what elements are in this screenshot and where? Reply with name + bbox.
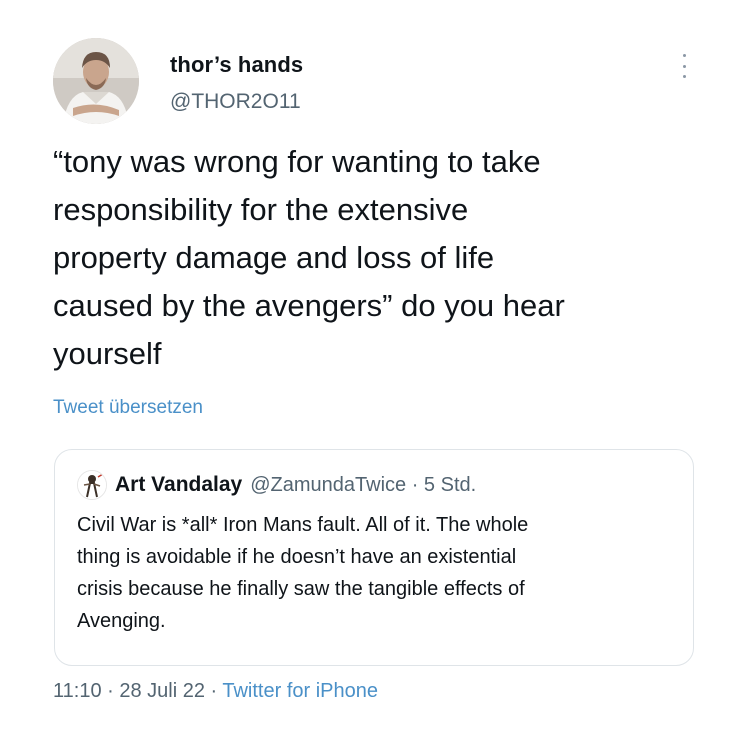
quoted-tweet[interactable]: Art Vandalay @ZamundaTwice · 5 Std. Civi… [54,449,694,666]
tweet-source-link[interactable]: Twitter for iPhone [222,680,378,702]
quoted-author-avatar[interactable] [77,470,107,500]
author-handle[interactable]: @THOR2O11 [170,90,301,114]
quoted-tweet-text: Civil War is *all* Iron Mans fault. All … [77,514,529,632]
tweet-text: “tony was wrong for wanting to take resp… [53,144,565,371]
tweet-card: thor’s hands @THOR2O11 “tony was wrong f… [0,0,748,744]
quoted-tweet-header: Art Vandalay @ZamundaTwice · 5 Std. [77,470,476,500]
dot [682,64,686,68]
author-display-name[interactable]: thor’s hands [170,52,303,78]
more-options-icon[interactable] [676,52,692,80]
quoted-author-meta: @ZamundaTwice · 5 Std. [250,473,477,496]
quoted-author-name[interactable]: Art Vandalay [115,473,242,497]
dot [682,54,686,57]
sketch-avatar-icon [78,471,106,499]
dot [682,75,686,78]
tweet-footer: 11:10 · 28 Juli 22 · Twitter for iPhone [53,680,378,703]
tweet-timestamp[interactable]: 11:10 · 28 Juli 22 · [53,680,222,702]
author-avatar[interactable] [53,38,139,124]
avatar-photo-icon [53,38,139,124]
translate-tweet-link[interactable]: Tweet übersetzen [53,397,203,419]
